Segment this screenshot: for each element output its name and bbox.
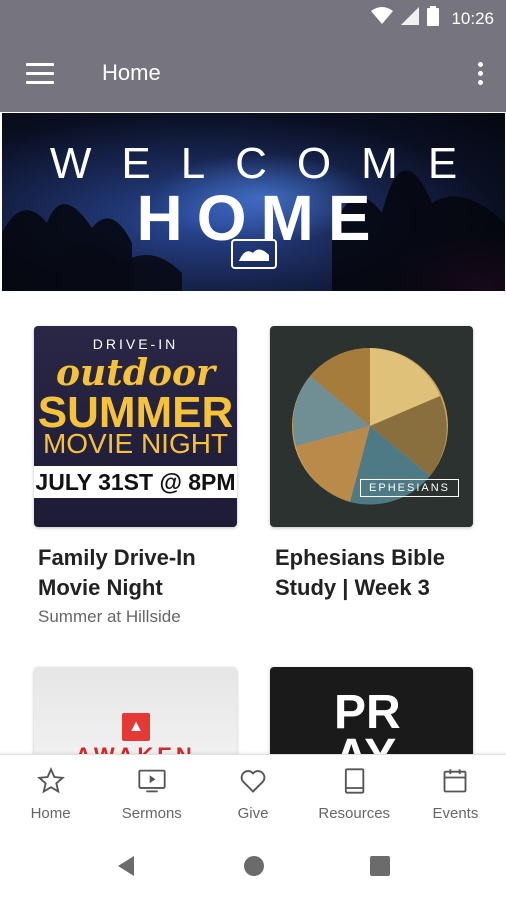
recents-icon[interactable] <box>370 854 390 883</box>
image-text-date: JULY 31ST @ 8PM <box>34 466 237 498</box>
image-text-ephesians: EPHESIANS <box>360 479 459 497</box>
card-image-ephesians[interactable]: EPHESIANS <box>270 326 473 527</box>
image-text-movie-night: MOVIE NIGHT <box>42 428 229 459</box>
status-icons: 10:26 <box>371 6 494 31</box>
nav-label: Home <box>30 805 71 822</box>
status-time: 10:26 <box>451 8 494 28</box>
star-icon <box>36 767 65 800</box>
card-image-movie-night[interactable]: DRIVE-IN outdoor SUMMER MOVIE NIGHT JULY… <box>34 326 237 527</box>
signal-icon <box>401 7 420 30</box>
nav-label: Events <box>432 805 479 822</box>
page-title: Home <box>102 60 161 85</box>
calendar-icon <box>441 767 469 800</box>
card-title[interactable]: Family Drive-In Movie Night <box>38 543 238 603</box>
nav-give[interactable]: Give <box>202 755 303 832</box>
image-text-drive-in: DRIVE-IN <box>92 336 179 352</box>
church-logo-icon <box>231 239 277 269</box>
welcome-home-banner[interactable]: WELCOME HOME <box>2 113 505 291</box>
nav-label: Sermons <box>121 805 182 822</box>
wifi-icon <box>371 7 394 30</box>
card-title[interactable]: Ephesians Bible Study | Week 3 <box>275 543 475 603</box>
nav-home[interactable]: Home <box>0 755 101 832</box>
battery-icon <box>427 6 440 31</box>
flame-icon: ▲ <box>122 713 150 741</box>
menu-icon[interactable] <box>26 63 54 85</box>
more-vert-icon[interactable] <box>476 62 484 88</box>
card-subtitle: Summer at Hillside <box>38 607 181 626</box>
heart-icon <box>239 767 267 800</box>
system-navigation-bar <box>0 832 506 900</box>
nav-events[interactable]: Events <box>405 755 506 832</box>
book-icon <box>341 767 367 800</box>
bottom-navigation: Home Sermons Give Resources Events <box>0 754 506 832</box>
app-bar: Home <box>0 38 506 112</box>
nav-label: Give <box>237 805 269 822</box>
status-bar: 10:26 <box>0 0 506 38</box>
nav-resources[interactable]: Resources <box>304 755 405 832</box>
home-circle-icon[interactable] <box>243 854 265 883</box>
nav-label: Resources <box>318 805 391 822</box>
nav-sermons[interactable]: Sermons <box>101 755 202 832</box>
play-screen-icon <box>137 767 167 800</box>
back-icon[interactable] <box>116 854 136 883</box>
